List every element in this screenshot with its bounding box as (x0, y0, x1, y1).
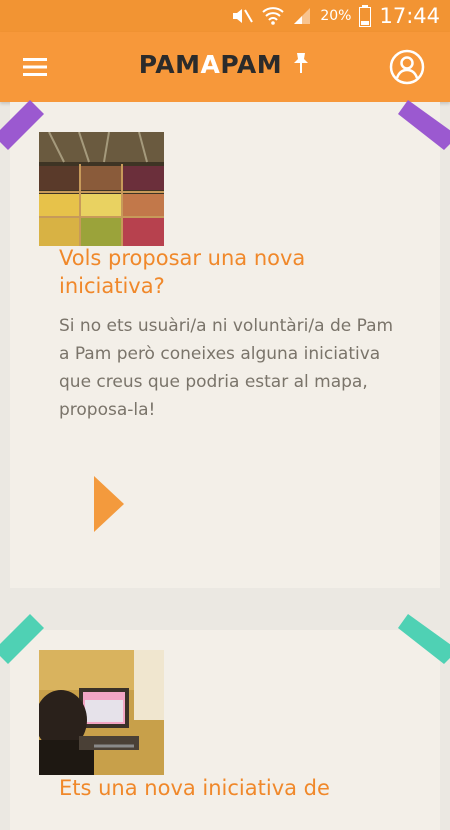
person-at-computer-photo[interactable] (39, 650, 164, 775)
logo-text-2: A (200, 50, 221, 79)
status-time: 17:44 (379, 4, 440, 28)
tape-decoration-left (0, 100, 44, 150)
mute-icon (233, 9, 254, 23)
play-arrow-icon (94, 476, 124, 532)
battery-icon (359, 5, 372, 27)
card-body: Si no ets usuàri/a ni voluntàri/a de Pam… (59, 316, 394, 420)
profile-button[interactable] (388, 48, 426, 86)
tape-decoration-right (398, 614, 450, 664)
pin-icon (294, 53, 309, 73)
next-arrow-button[interactable] (94, 476, 126, 532)
card-new-initiative: Ets una nova iniciativa de (10, 630, 440, 830)
app-logo[interactable]: PAMAPAM (0, 50, 450, 79)
tape-decoration-right (398, 100, 450, 150)
app-bar: PAMAPAM (0, 32, 450, 102)
battery-percent: 20% (320, 8, 352, 24)
profile-icon (389, 49, 425, 85)
wifi-icon (262, 7, 285, 25)
signal-icon (294, 8, 311, 24)
fruit-market-photo[interactable] (39, 132, 164, 246)
tape-decoration-left (0, 614, 44, 664)
card-title[interactable]: Vols proposar una nova iniciativa? (59, 244, 379, 300)
logo-text-3: PAM (220, 50, 283, 79)
card-propose-initiative: Vols proposar una nova iniciativa? Si no… (10, 102, 440, 588)
status-bar: 20% 17:44 (0, 0, 450, 32)
card-title[interactable]: Ets una nova iniciativa de (59, 774, 379, 802)
logo-text-1: PAM (138, 50, 201, 79)
status-icons: 20% 17:44 (230, 0, 440, 32)
